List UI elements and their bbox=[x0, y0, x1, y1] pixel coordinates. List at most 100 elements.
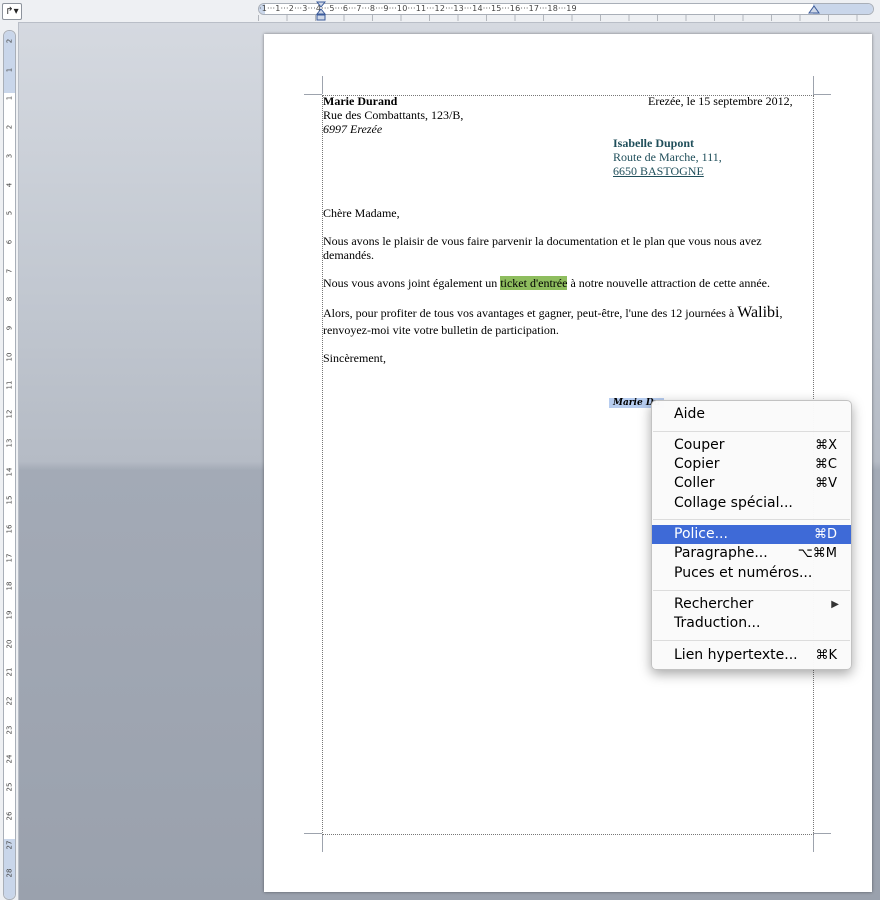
menu-item-label: Paragraphe... bbox=[674, 545, 768, 561]
date-line[interactable]: Erezée, le 15 septembre 2012, bbox=[648, 94, 793, 108]
vertical-ruler-number: 20 bbox=[5, 639, 14, 649]
vertical-ruler-number: 1 bbox=[5, 96, 14, 101]
menu-item-label: Traduction... bbox=[674, 615, 761, 631]
menu-item-lien-hypertexte[interactable]: Lien hypertexte... ⌘K bbox=[652, 646, 851, 665]
crop-mark bbox=[322, 834, 323, 852]
vertical-ruler-number: 2 bbox=[5, 124, 14, 130]
menu-item-label: Police... bbox=[674, 526, 728, 542]
menu-shortcut: ⌥⌘M bbox=[797, 546, 837, 561]
vertical-ruler-number: 24 bbox=[5, 754, 14, 763]
menu-item-label: Copier bbox=[674, 456, 720, 472]
sender-street[interactable]: Rue des Combattants, 123/B, bbox=[323, 108, 463, 122]
paragraph-3-line-1[interactable]: Alors, pour profiter de tous vos avantag… bbox=[323, 304, 783, 321]
crop-mark bbox=[322, 76, 323, 94]
vertical-ruler-number: 23 bbox=[5, 725, 14, 735]
paragraph-2[interactable]: Nous vous avons joint également un ticke… bbox=[323, 276, 770, 290]
vertical-ruler-number: 9 bbox=[5, 325, 14, 331]
menu-item-aide[interactable]: Aide bbox=[652, 405, 851, 424]
vertical-ruler-number: 22 bbox=[5, 696, 14, 706]
vertical-ruler-number: 16 bbox=[5, 524, 14, 534]
vertical-ruler-number: 5 bbox=[5, 210, 14, 216]
vertical-ruler-number: 1 bbox=[5, 67, 14, 72]
recipient-name[interactable]: Isabelle Dupont bbox=[613, 136, 694, 150]
vertical-ruler-number: 26 bbox=[5, 811, 14, 821]
menu-item-label: Rechercher bbox=[674, 596, 754, 612]
vertical-ruler-number: 4 bbox=[5, 182, 14, 187]
menu-item-copier[interactable]: Copier ⌘C bbox=[652, 455, 851, 474]
menu-shortcut: ⌘C bbox=[814, 457, 837, 472]
paragraph-2-start: Nous vous avons joint également un bbox=[323, 276, 498, 290]
menu-item-couper[interactable]: Couper ⌘X bbox=[652, 436, 851, 455]
crop-mark bbox=[813, 833, 831, 834]
vertical-ruler-number: 15 bbox=[5, 495, 14, 505]
closing[interactable]: Sincèrement, bbox=[323, 351, 386, 365]
menu-separator bbox=[653, 431, 850, 432]
menu-item-traduction[interactable]: Traduction... bbox=[652, 614, 851, 633]
indent-marker-icon[interactable] bbox=[316, 0, 326, 22]
paragraph-3-start: Alors, pour profiter de tous vos avantag… bbox=[323, 306, 735, 320]
crop-mark bbox=[813, 76, 814, 94]
vertical-ruler-number: 28 bbox=[5, 868, 14, 878]
vertical-ruler-number: 2 bbox=[5, 38, 14, 44]
ruler-numbers: ·1···1···2···3···4···5···6···7···8···9··… bbox=[259, 4, 577, 13]
vertical-ruler-number: 12 bbox=[5, 409, 14, 419]
recipient-city[interactable]: 6650 BASTOGNE bbox=[613, 164, 704, 178]
paragraph-3-line-2[interactable]: renvoyez-moi vite votre bulletin de part… bbox=[323, 323, 559, 337]
menu-shortcut: ⌘K bbox=[815, 648, 837, 663]
menu-shortcut: ⌘D bbox=[813, 527, 837, 542]
crop-mark bbox=[304, 833, 322, 834]
menu-separator bbox=[653, 590, 850, 591]
horizontal-ruler[interactable]: ↱▾ ·1···1···2···3···4···5···6···7···8···… bbox=[0, 0, 880, 23]
menu-separator bbox=[653, 640, 850, 641]
vertical-ruler-number: 21 bbox=[5, 667, 14, 677]
vertical-ruler-number: 17 bbox=[5, 553, 14, 563]
tab-stop-selector-button[interactable]: ↱▾ bbox=[2, 3, 22, 20]
vertical-ruler-number: 13 bbox=[5, 438, 14, 448]
menu-item-police[interactable]: Police... ⌘D bbox=[652, 525, 851, 544]
paragraph-2-end: à notre nouvelle attraction de cette ann… bbox=[570, 276, 771, 290]
vertical-ruler[interactable]: 2 1 1 2 3 4 5 6 7 8 9 10 11 12 13 14 15 16 17 18 19 20 21 22 23 2… bbox=[0, 22, 19, 900]
menu-shortcut: ⌘X bbox=[815, 438, 837, 453]
salutation[interactable]: Chère Madame, bbox=[323, 206, 400, 220]
vertical-ruler-scale: 2 1 1 2 3 4 5 6 7 8 9 10 11 12 13 14 15 16 17 18 19 20 21 22 23 2… bbox=[3, 30, 16, 900]
paragraph-1-line-1[interactable]: Nous avons le plaisir de vous faire parv… bbox=[323, 234, 762, 248]
walibi-brand-text: Walibi bbox=[737, 304, 780, 321]
vertical-ruler-number: 11 bbox=[5, 380, 14, 390]
menu-item-label: Coller bbox=[674, 475, 715, 491]
menu-item-label: Couper bbox=[674, 437, 725, 453]
menu-item-label: Lien hypertexte... bbox=[674, 647, 798, 663]
sender-city[interactable]: 6997 Erezée bbox=[323, 122, 382, 136]
crop-mark bbox=[304, 94, 322, 95]
vertical-ruler-number: 10 bbox=[5, 352, 14, 362]
paragraph-1-line-2[interactable]: demandés. bbox=[323, 248, 374, 262]
menu-item-label: Collage spécial... bbox=[674, 495, 793, 511]
ruler-scale[interactable]: ·1···1···2···3···4···5···6···7···8···9··… bbox=[258, 3, 874, 15]
right-indent-marker-icon[interactable] bbox=[808, 4, 820, 14]
menu-item-coller[interactable]: Coller ⌘V bbox=[652, 474, 851, 493]
sender-name[interactable]: Marie Durand bbox=[323, 94, 397, 108]
menu-item-puces-numeros[interactable]: Puces et numéros... bbox=[652, 564, 851, 583]
menu-item-label: Aide bbox=[674, 406, 705, 422]
vertical-ruler-number: 3 bbox=[5, 153, 14, 159]
vertical-ruler-number: 19 bbox=[5, 610, 14, 620]
paragraph-3-comma: , bbox=[779, 306, 783, 320]
vertical-ruler-numbers: 2 1 1 2 3 4 5 6 7 8 9 10 11 12 13 14 15 16 17 18 19 20 21 22 23 2… bbox=[4, 31, 15, 899]
vertical-ruler-number: 27 bbox=[5, 840, 14, 850]
recipient-street[interactable]: Route de Marche, 111, bbox=[613, 150, 722, 164]
crop-mark bbox=[813, 94, 831, 95]
menu-item-rechercher[interactable]: Rechercher ▶ bbox=[652, 595, 851, 614]
crop-mark bbox=[813, 834, 814, 852]
ruler-ticks bbox=[258, 15, 872, 21]
menu-item-collage-special[interactable]: Collage spécial... bbox=[652, 494, 851, 513]
vertical-ruler-number: 6 bbox=[5, 239, 14, 245]
menu-item-label: Puces et numéros... bbox=[674, 565, 813, 581]
menu-separator bbox=[653, 519, 850, 520]
vertical-ruler-number: 18 bbox=[5, 581, 14, 591]
vertical-ruler-number: 14 bbox=[5, 467, 14, 476]
context-menu[interactable]: Aide Couper ⌘X Copier ⌘C Coller ⌘V Collage … bbox=[651, 400, 852, 670]
highlighted-ticket-text[interactable]: ticket d'entrée bbox=[500, 276, 568, 290]
vertical-ruler-number: 25 bbox=[5, 782, 14, 792]
menu-item-paragraphe[interactable]: Paragraphe... ⌥⌘M bbox=[652, 544, 851, 563]
vertical-ruler-number: 8 bbox=[5, 297, 14, 302]
submenu-arrow-icon: ▶ bbox=[831, 599, 839, 610]
